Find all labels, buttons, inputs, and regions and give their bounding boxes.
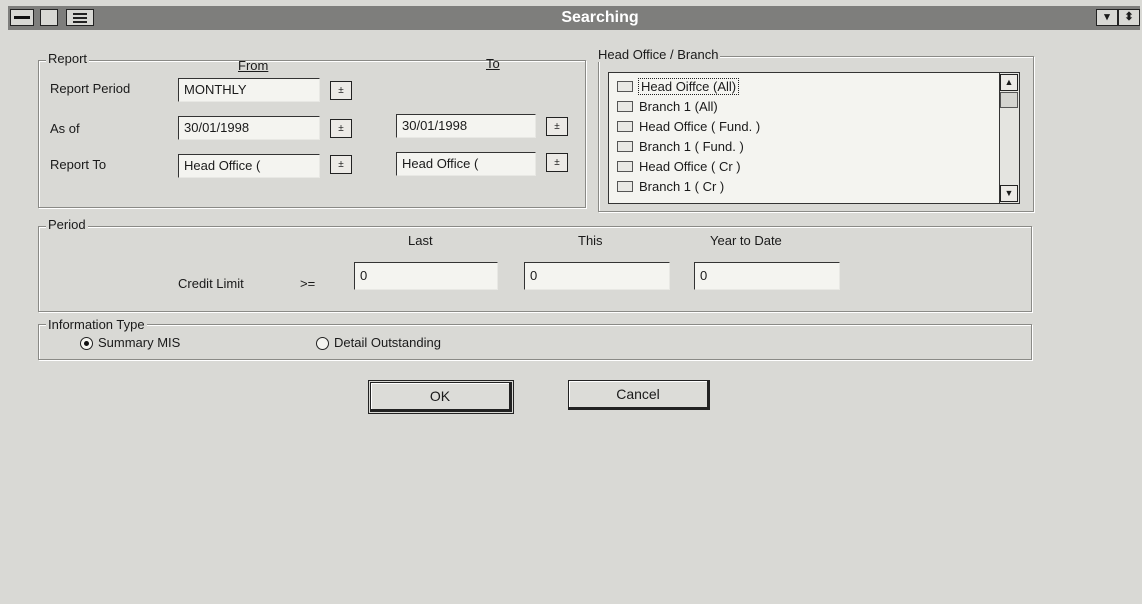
branch-item-icon — [617, 181, 633, 192]
branch-list-item[interactable]: Branch 1 ( Fund. ) — [617, 137, 744, 157]
credit-limit-label: Credit Limit — [178, 276, 244, 291]
as-of-to-spin-button[interactable]: ± — [546, 117, 568, 136]
branch-legend: Head Office / Branch — [596, 47, 721, 62]
report-to-to-spin-button[interactable]: ± — [546, 153, 568, 172]
info-type-legend: Information Type — [46, 317, 147, 332]
system-menu-icon — [14, 16, 30, 19]
detail-outstanding-radio[interactable] — [316, 337, 329, 350]
branch-item-icon — [617, 121, 633, 132]
from-header: From — [238, 58, 269, 73]
branch-list-item[interactable]: Head Office ( Cr ) — [617, 157, 741, 177]
credit-ytd-input[interactable]: 0 — [694, 262, 840, 290]
report-period-spin-button[interactable]: ± — [330, 81, 352, 100]
as-of-from-spin-button[interactable]: ± — [330, 119, 352, 138]
to-header: To — [486, 56, 500, 71]
summary-mis-radio[interactable] — [80, 337, 93, 350]
minimize-button[interactable]: ▾ — [1096, 9, 1118, 26]
operator-label: >= — [300, 276, 316, 291]
ytd-column-header: Year to Date — [710, 233, 782, 248]
window-title: Searching — [561, 9, 639, 26]
detail-outstanding-label[interactable]: Detail Outstanding — [334, 335, 441, 351]
credit-this-input[interactable]: 0 — [524, 262, 670, 290]
control-box[interactable] — [40, 9, 58, 26]
branch-item-icon — [617, 81, 633, 92]
report-period-from-field[interactable]: MONTHLY — [178, 78, 320, 102]
as-of-label: As of — [50, 121, 80, 136]
credit-last-input[interactable]: 0 — [354, 262, 498, 290]
branch-item-icon — [617, 101, 633, 112]
report-to-label: Report To — [50, 157, 107, 172]
scroll-down-button[interactable]: ▼ — [1000, 185, 1018, 202]
restore-button[interactable]: ⬍ — [1118, 9, 1140, 26]
last-column-header: Last — [408, 233, 433, 248]
report-to-to-field[interactable]: Head Office ( — [396, 152, 536, 176]
branch-list-item[interactable]: Head Office ( Fund. ) — [617, 117, 760, 137]
cancel-button[interactable]: Cancel — [568, 380, 710, 410]
as-of-from-field[interactable]: 30/01/1998 — [178, 116, 320, 140]
scroll-up-button[interactable]: ▲ — [1000, 74, 1018, 91]
branch-item-icon — [617, 161, 633, 172]
report-to-from-spin-button[interactable]: ± — [330, 155, 352, 174]
this-column-header: This — [578, 233, 603, 248]
window-list-icon[interactable] — [66, 9, 94, 26]
report-period-label: Report Period — [50, 81, 131, 96]
branch-list-item[interactable]: Branch 1 (All) — [617, 97, 718, 117]
summary-mis-label[interactable]: Summary MIS — [98, 335, 180, 351]
ok-button[interactable]: OK — [368, 380, 514, 414]
scroll-thumb[interactable] — [1000, 92, 1018, 108]
period-legend: Period — [46, 217, 88, 232]
report-legend: Report — [46, 51, 90, 66]
branch-list-item[interactable]: Head Oiffce (All) — [617, 77, 740, 97]
branch-item-icon — [617, 141, 633, 152]
branch-list-item[interactable]: Branch 1 ( Cr ) — [617, 177, 724, 197]
branch-list[interactable]: Head Oiffce (All) Branch 1 (All) Head Of… — [608, 72, 1020, 204]
info-type-group — [38, 324, 1032, 360]
as-of-to-field[interactable]: 30/01/1998 — [396, 114, 536, 138]
report-to-from-field[interactable]: Head Office ( — [178, 154, 320, 178]
